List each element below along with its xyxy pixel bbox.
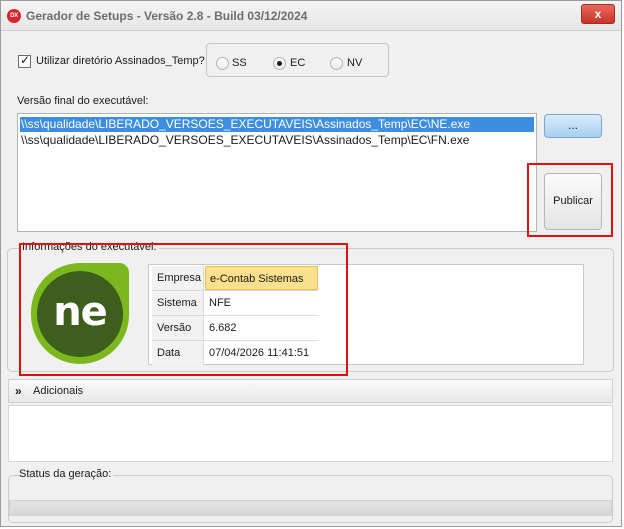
radio-nv-label: NV [347, 57, 363, 69]
list-item-ne-exe[interactable]: \\ss\qualidade\LIBERADO_VERSOES_EXECUTAV… [20, 117, 534, 132]
generation-progress-bar [9, 500, 612, 516]
executable-list[interactable]: \\ss\qualidade\LIBERADO_VERSOES_EXECUTAV… [17, 113, 537, 232]
info-key: Empresa [152, 266, 204, 290]
info-row-data: Data 07/04/2026 11:41:51 [152, 341, 318, 366]
module-radio-group: SS EC NV [206, 43, 389, 77]
additional-section-header[interactable]: » Adicionais [8, 379, 613, 403]
info-value[interactable]: e-Contab Sistemas [205, 266, 318, 290]
info-value[interactable]: 07/04/2026 11:41:51 [205, 341, 318, 365]
check-icon: ✓ [20, 53, 31, 67]
info-row-empresa: Empresa e-Contab Sistemas [152, 266, 318, 291]
radio-ec-label: EC [290, 57, 306, 69]
list-item-fn-exe[interactable]: \\ss\qualidade\LIBERADO_VERSOES_EXECUTAV… [20, 133, 534, 148]
info-key: Sistema [152, 291, 204, 315]
title-bar[interactable]: DX Gerador de Setups - Versão 2.8 - Buil… [1, 1, 621, 31]
exe-info-title: Informações do executável: [22, 241, 159, 253]
publish-button[interactable]: Publicar [544, 173, 602, 230]
use-signed-dir-label: Utilizar diretório Assinados_Temp? [36, 55, 205, 67]
info-key: Versão [152, 316, 204, 340]
app-window: DX Gerador de Setups - Versão 2.8 - Buil… [0, 0, 622, 527]
status-label: Status da geração: [19, 468, 114, 480]
browse-button[interactable]: ... [544, 114, 602, 138]
info-key: Data [152, 341, 204, 365]
app-icon: DX [7, 9, 21, 23]
info-row-versao: Versão 6.682 [152, 316, 318, 341]
radio-ss[interactable] [216, 57, 229, 70]
expand-chevron-icon: » [15, 384, 22, 398]
info-row-sistema: Sistema NFE [152, 291, 318, 316]
exe-info-grid: Empresa e-Contab Sistemas Sistema NFE Ve… [148, 264, 584, 365]
final-version-label: Versão final do executável: [17, 95, 149, 107]
additional-section-body [8, 405, 613, 462]
info-value[interactable]: 6.682 [205, 316, 318, 340]
radio-ec[interactable] [273, 57, 286, 70]
logo-text: ne [37, 271, 123, 357]
additional-section-label: Adicionais [33, 385, 84, 397]
info-value[interactable]: NFE [205, 291, 318, 315]
close-button[interactable]: x [581, 4, 615, 24]
radio-ss-label: SS [232, 57, 247, 69]
window-title: Gerador de Setups - Versão 2.8 - Build 0… [26, 9, 308, 23]
product-logo: ne [31, 263, 129, 364]
radio-nv[interactable] [330, 57, 343, 70]
use-signed-dir-checkbox[interactable]: ✓ [18, 53, 31, 68]
